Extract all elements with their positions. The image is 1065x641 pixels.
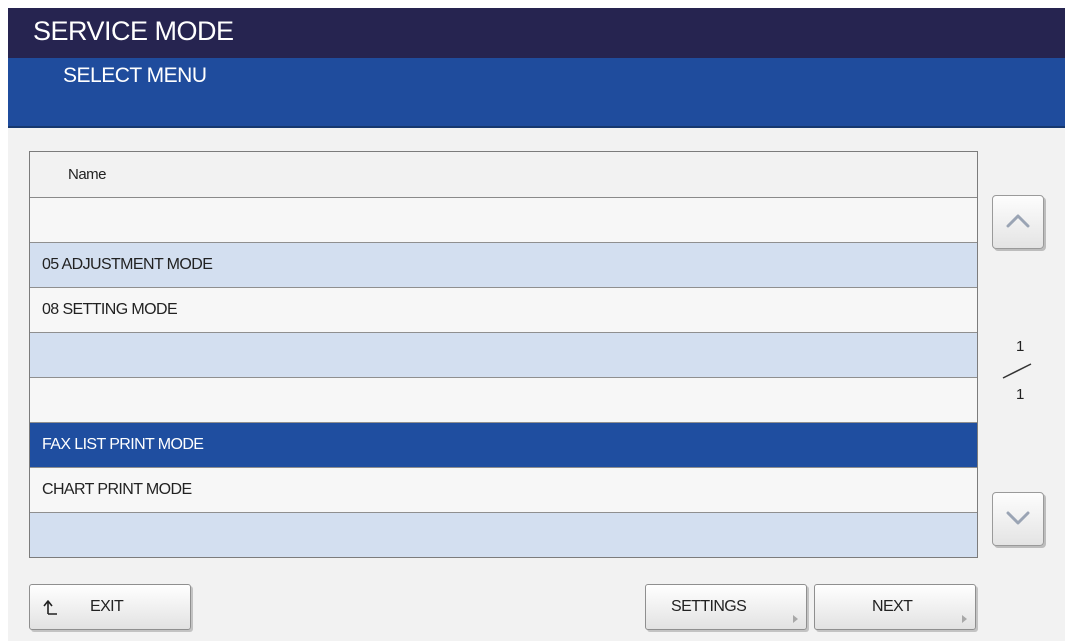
total-pages: 1 <box>1016 386 1025 403</box>
list-row[interactable] <box>30 513 977 557</box>
list-header: Name <box>30 152 977 198</box>
list-row-adjustment-mode[interactable]: 05 ADJUSTMENT MODE <box>30 243 977 288</box>
row-label: FAX LIST PRINT MODE <box>42 436 204 453</box>
list-row[interactable] <box>30 378 977 423</box>
scroll-up-button[interactable] <box>992 195 1044 249</box>
list-row[interactable] <box>30 333 977 378</box>
subtitle-bar: SELECT MENU <box>8 58 1065 126</box>
menu-list: Name 05 ADJUSTMENT MODE 08 SETTING MODE … <box>29 151 978 558</box>
current-page: 1 <box>1016 338 1025 355</box>
chevron-up-icon <box>1006 214 1030 228</box>
corner-arrow-icon <box>793 615 798 623</box>
page-divider-slash <box>1002 363 1032 379</box>
list-row-setting-mode[interactable]: 08 SETTING MODE <box>30 288 977 333</box>
settings-button-label: SETTINGS <box>671 598 747 615</box>
scroll-down-button[interactable] <box>992 492 1044 546</box>
exit-button[interactable]: EXIT <box>29 584 191 630</box>
header-divider <box>8 126 1065 128</box>
return-arrow-icon <box>43 600 57 615</box>
list-row[interactable] <box>30 198 977 243</box>
row-label: 05 ADJUSTMENT MODE <box>42 256 213 273</box>
list-row-chart-print-mode[interactable]: CHART PRINT MODE <box>30 468 977 513</box>
next-button[interactable]: NEXT <box>814 584 976 630</box>
column-header-name: Name <box>68 166 107 183</box>
page-subtitle: SELECT MENU <box>63 64 207 87</box>
exit-button-label: EXIT <box>90 598 124 615</box>
settings-button[interactable]: SETTINGS <box>645 584 807 630</box>
row-label: 08 SETTING MODE <box>42 301 178 318</box>
page-indicator: 1 1 <box>998 338 1038 408</box>
chevron-down-icon <box>1006 511 1030 525</box>
row-label: CHART PRINT MODE <box>42 481 192 498</box>
service-mode-screen: SERVICE MODE SELECT MENU Name 05 ADJUSTM… <box>8 8 1065 641</box>
next-button-label: NEXT <box>872 598 913 615</box>
corner-arrow-icon <box>962 615 967 623</box>
title-bar: SERVICE MODE <box>8 8 1065 58</box>
page-title: SERVICE MODE <box>33 16 234 46</box>
list-row-fax-list-print-mode[interactable]: FAX LIST PRINT MODE <box>30 423 977 468</box>
